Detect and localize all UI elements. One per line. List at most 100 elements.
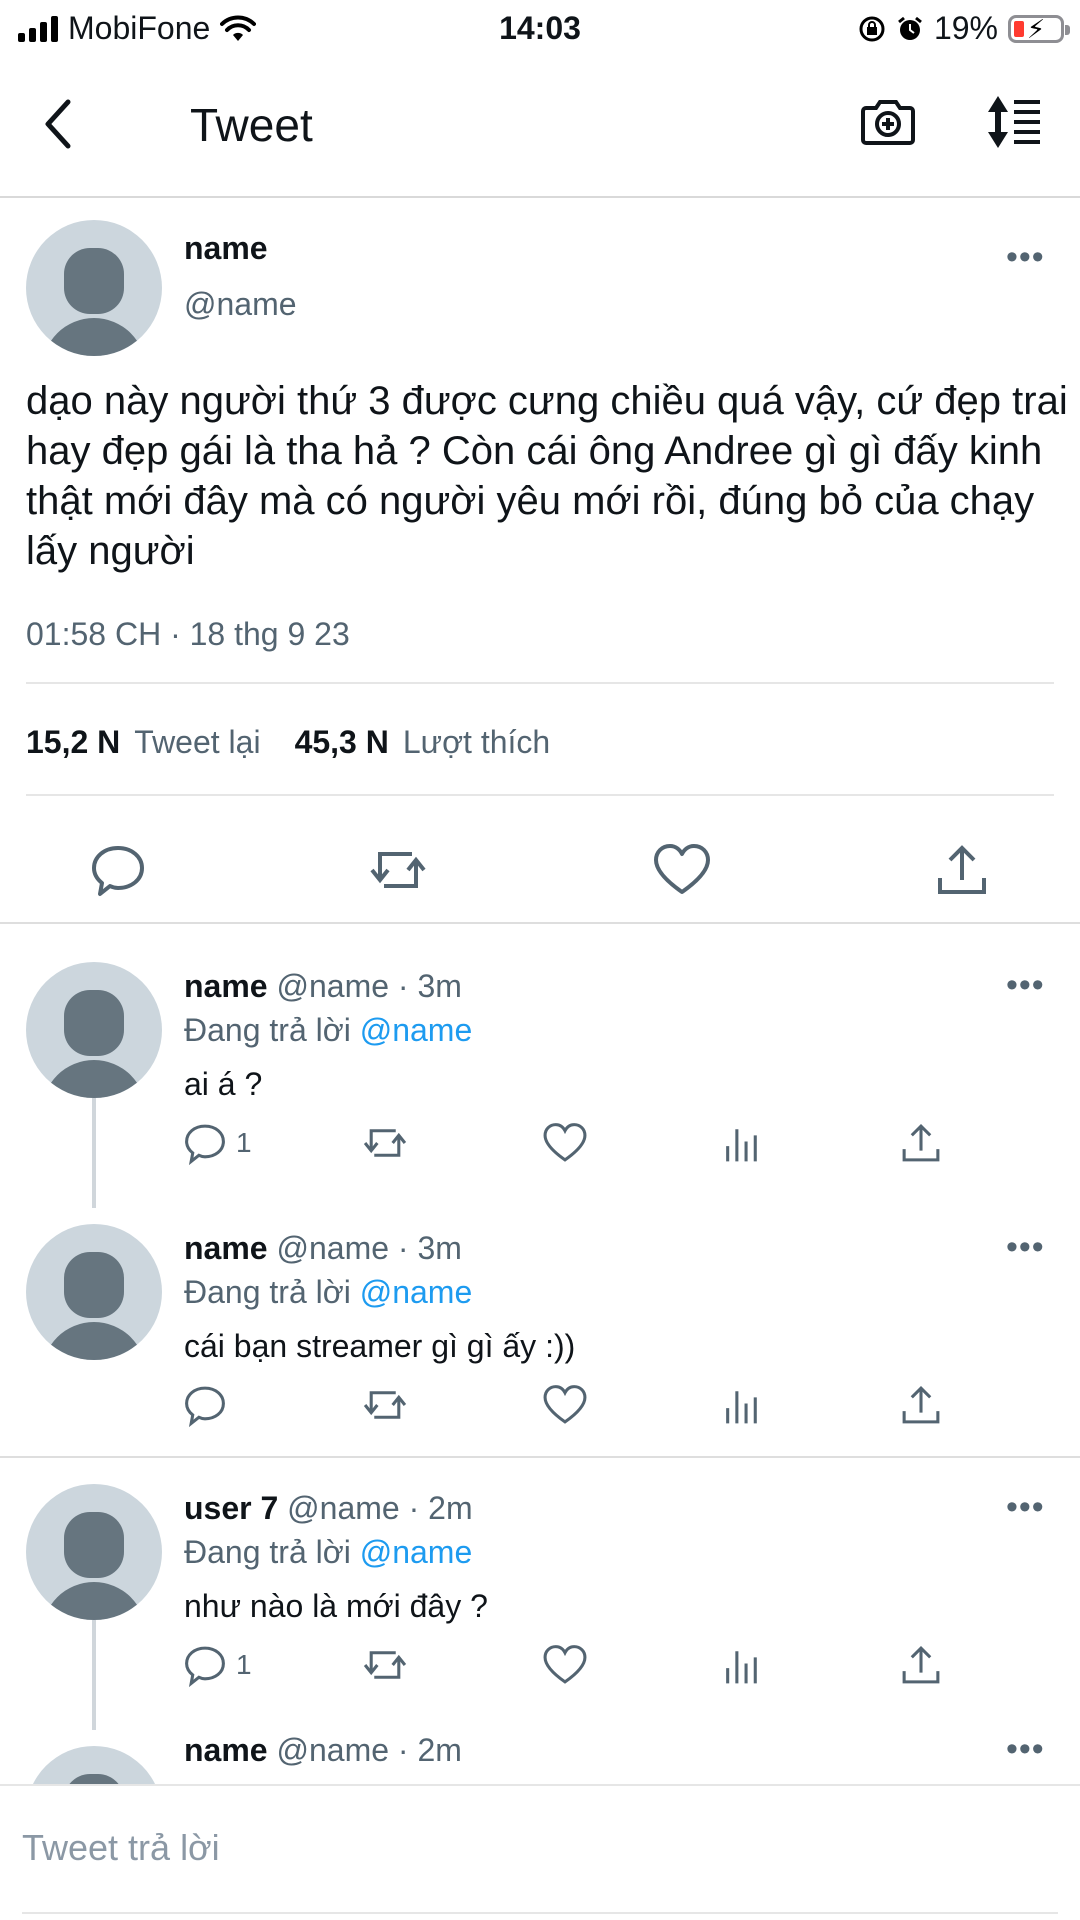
retweet-button[interactable] bbox=[362, 1380, 408, 1430]
reply-button[interactable]: 1 bbox=[182, 1640, 252, 1690]
reply-author-name[interactable]: name bbox=[184, 1732, 268, 1768]
reply-item[interactable]: name @name · 2m ••• bbox=[0, 1722, 1080, 1784]
tweet-stats: 15,2 N Tweet lại 45,3 N Lượt thích bbox=[26, 724, 570, 761]
main-actions bbox=[0, 810, 1080, 900]
share-button[interactable] bbox=[898, 1118, 944, 1168]
like-button[interactable] bbox=[542, 1640, 588, 1690]
author-name[interactable]: name bbox=[184, 230, 268, 267]
reply-count: 1 bbox=[236, 1127, 252, 1158]
retweet-icon bbox=[363, 1651, 407, 1679]
back-icon[interactable] bbox=[38, 94, 78, 154]
reply-text: cái bạn streamer gì gì ấy :)) bbox=[184, 1328, 576, 1364]
sort-icon[interactable] bbox=[984, 92, 1044, 152]
alarm-icon bbox=[898, 16, 922, 40]
more-options-icon[interactable]: ••• bbox=[1006, 1488, 1045, 1527]
likes-count[interactable]: 45,3 N bbox=[295, 724, 389, 761]
replying-to-label: Đang trả lời bbox=[184, 1012, 351, 1048]
reply-author-name[interactable]: name bbox=[184, 1230, 268, 1266]
reply-item[interactable]: name @name · 3m ••• Đang trả lời @name c… bbox=[0, 1200, 1080, 1458]
share-icon[interactable] bbox=[932, 840, 992, 900]
reply-text: như nào là mới đây ? bbox=[184, 1588, 488, 1624]
mention-link[interactable]: @name bbox=[360, 1274, 473, 1310]
share-icon bbox=[902, 1385, 940, 1424]
avatar[interactable] bbox=[26, 962, 162, 1098]
status-bar-right: 19% ⚡ bbox=[858, 10, 1070, 47]
author-handle[interactable]: @name bbox=[184, 286, 297, 323]
reply-icon[interactable] bbox=[88, 840, 148, 900]
camera-plus-icon[interactable] bbox=[858, 92, 918, 152]
more-options-icon[interactable]: ••• bbox=[1006, 966, 1045, 1005]
reply-icon bbox=[185, 1124, 225, 1166]
retweets-label[interactable]: Tweet lại bbox=[134, 724, 260, 761]
retweet-button[interactable] bbox=[362, 1640, 408, 1690]
tweet-text: dạo này người thứ 3 được cưng chiều quá … bbox=[26, 379, 1068, 573]
status-bar: MobiFone 14:03 19% ⚡ bbox=[0, 0, 1080, 56]
reply-author-name[interactable]: user 7 bbox=[184, 1490, 278, 1526]
divider bbox=[22, 1912, 1058, 1914]
divider bbox=[26, 794, 1054, 796]
avatar[interactable] bbox=[26, 1746, 162, 1784]
reply-item[interactable]: name @name · 3m ••• Đang trả lời @name a… bbox=[0, 938, 1080, 1208]
tweet-detail-screen: MobiFone 14:03 19% ⚡ Tweet name @name ••… bbox=[0, 0, 1080, 1920]
mention-link[interactable]: @name bbox=[360, 1012, 473, 1048]
retweet-icon bbox=[363, 1391, 407, 1419]
replying-to-label: Đang trả lời bbox=[184, 1534, 351, 1570]
avatar[interactable] bbox=[26, 1484, 162, 1620]
reply-actions: 1 bbox=[0, 1118, 1080, 1178]
like-icon bbox=[543, 1385, 587, 1424]
tweet-timestamp: 01:58 CH · 18 thg 9 23 bbox=[26, 616, 350, 652]
retweet-button[interactable] bbox=[362, 1118, 408, 1168]
share-icon bbox=[902, 1645, 940, 1684]
analytics-button[interactable] bbox=[720, 1640, 766, 1690]
reply-button[interactable] bbox=[182, 1380, 236, 1430]
battery-icon: ⚡ bbox=[1008, 14, 1070, 44]
mention-link[interactable]: @name bbox=[360, 1534, 473, 1570]
nav-header: Tweet bbox=[0, 56, 1080, 198]
like-button[interactable] bbox=[542, 1118, 588, 1168]
more-options-icon[interactable]: ••• bbox=[1006, 1730, 1045, 1769]
reply-actions bbox=[0, 1380, 1080, 1440]
reply-text: ai á ? bbox=[184, 1066, 263, 1102]
share-icon bbox=[902, 1123, 940, 1162]
replying-to-label: Đang trả lời bbox=[184, 1274, 351, 1310]
more-options-icon[interactable]: ••• bbox=[1006, 238, 1045, 277]
avatar[interactable] bbox=[26, 220, 162, 356]
analytics-icon bbox=[726, 1651, 757, 1684]
reply-handle-time: @name · 3m bbox=[276, 968, 462, 1004]
likes-label[interactable]: Lượt thích bbox=[403, 724, 550, 761]
reply-actions: 1 bbox=[0, 1640, 1080, 1700]
reply-header: name @name · 2m bbox=[184, 1732, 462, 1769]
reply-author-name[interactable]: name bbox=[184, 968, 268, 1004]
retweets-count[interactable]: 15,2 N bbox=[26, 724, 120, 761]
reply-input[interactable] bbox=[22, 1820, 1052, 1876]
avatar[interactable] bbox=[26, 1224, 162, 1360]
reply-handle-time: @name · 3m bbox=[276, 1230, 462, 1266]
reply-header: user 7 @name · 2m bbox=[184, 1490, 473, 1527]
analytics-button[interactable] bbox=[720, 1380, 766, 1430]
divider bbox=[26, 682, 1054, 684]
analytics-button[interactable] bbox=[720, 1118, 766, 1168]
share-button[interactable] bbox=[898, 1640, 944, 1690]
analytics-icon bbox=[726, 1129, 757, 1162]
retweet-icon bbox=[363, 1129, 407, 1157]
reply-icon bbox=[185, 1646, 225, 1688]
share-button[interactable] bbox=[898, 1380, 944, 1430]
reply-handle-time: @name · 2m bbox=[276, 1732, 462, 1768]
like-button[interactable] bbox=[542, 1380, 588, 1430]
like-icon bbox=[543, 1123, 587, 1162]
reply-item[interactable]: user 7 @name · 2m ••• Đang trả lời @name… bbox=[0, 1460, 1080, 1730]
like-icon[interactable] bbox=[652, 840, 712, 900]
replying-to: Đang trả lời @name bbox=[184, 1012, 472, 1049]
more-options-icon[interactable]: ••• bbox=[1006, 1228, 1045, 1267]
retweet-icon[interactable] bbox=[368, 840, 428, 900]
reply-composer bbox=[0, 1784, 1080, 1920]
analytics-icon bbox=[726, 1391, 757, 1424]
reply-button[interactable]: 1 bbox=[182, 1118, 252, 1168]
reply-header: name @name · 3m bbox=[184, 1230, 462, 1267]
reply-handle-time: @name · 2m bbox=[287, 1490, 473, 1526]
reply-count: 1 bbox=[236, 1649, 252, 1680]
reply-header: name @name · 3m bbox=[184, 968, 462, 1005]
replying-to: Đang trả lời @name bbox=[184, 1534, 472, 1571]
reply-icon bbox=[185, 1386, 225, 1428]
page-title: Tweet bbox=[190, 99, 313, 151]
